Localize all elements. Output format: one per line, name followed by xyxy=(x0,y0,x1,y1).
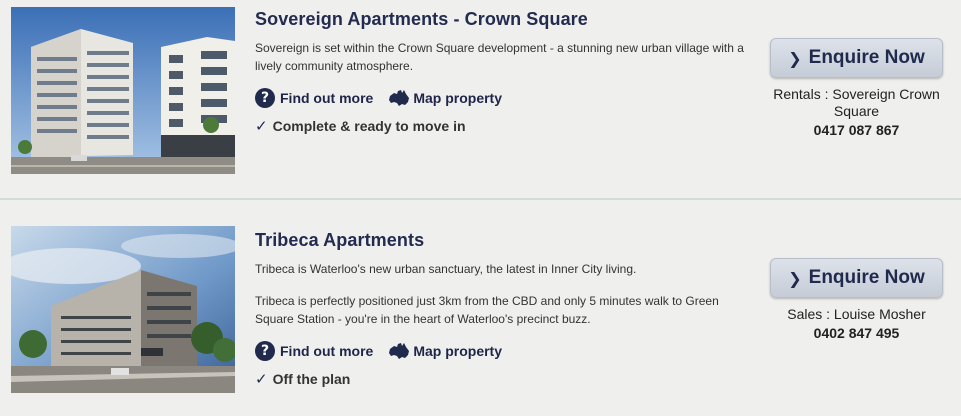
status-text: Off the plan xyxy=(272,371,351,387)
checkmark-icon: ✓ xyxy=(255,370,268,388)
map-property-label: Map property xyxy=(413,90,503,106)
find-out-more-link[interactable]: ? Find out more xyxy=(255,88,373,108)
listing-tribeca: Tribeca Apartments Tribeca is Waterloo's… xyxy=(0,201,961,416)
listing-info: Sovereign Apartments - Crown Square Sove… xyxy=(255,9,750,135)
find-out-more-label: Find out more xyxy=(280,90,374,106)
enquiry-panel: ❯ Enquire Now Rentals : Sovereign Crown … xyxy=(770,38,943,138)
status-line: ✓ Complete & ready to move in xyxy=(255,117,750,135)
status-line: ✓ Off the plan xyxy=(255,370,750,388)
chevron-right-icon: ❯ xyxy=(788,268,802,288)
property-photo[interactable] xyxy=(11,7,235,174)
listing-links: ? Find out more Map property xyxy=(255,86,750,110)
listing-title[interactable]: Sovereign Apartments - Crown Square xyxy=(255,9,750,30)
listing-info: Tribeca Apartments Tribeca is Waterloo's… xyxy=(255,230,750,388)
map-property-link[interactable]: Map property xyxy=(387,88,502,108)
enquire-now-label: Enquire Now xyxy=(808,267,925,288)
checkmark-icon: ✓ xyxy=(255,117,268,135)
australia-map-icon xyxy=(389,343,410,359)
listing-sovereign: Sovereign Apartments - Crown Square Sove… xyxy=(0,0,961,198)
contact-phone: 0417 087 867 xyxy=(813,122,900,138)
status-text: Complete & ready to move in xyxy=(272,118,466,134)
map-property-link[interactable]: Map property xyxy=(387,341,502,361)
enquiry-panel: ❯ Enquire Now Sales : Louise Mosher 0402… xyxy=(770,258,943,341)
question-circle-icon: ? xyxy=(255,88,275,108)
contact-name: Rentals : Sovereign Crown Square xyxy=(773,86,940,119)
chevron-right-icon: ❯ xyxy=(788,48,802,68)
find-out-more-link[interactable]: ? Find out more xyxy=(255,341,373,361)
listing-description: Tribeca is perfectly positioned just 3km… xyxy=(255,294,719,326)
listing-description: Tribeca is Waterloo's new urban sanctuar… xyxy=(255,262,637,276)
enquire-now-button[interactable]: ❯ Enquire Now xyxy=(770,38,943,78)
property-photo[interactable] xyxy=(11,226,235,393)
listing-divider xyxy=(0,198,961,200)
contact-phone: 0402 847 495 xyxy=(813,325,900,341)
enquire-now-button[interactable]: ❯ Enquire Now xyxy=(770,258,943,298)
question-circle-icon: ? xyxy=(255,341,275,361)
contact-name: Sales : Louise Mosher xyxy=(787,306,926,322)
australia-map-icon xyxy=(389,90,410,106)
enquire-now-label: Enquire Now xyxy=(808,47,925,68)
find-out-more-label: Find out more xyxy=(280,343,374,359)
listing-links: ? Find out more Map property xyxy=(255,339,750,363)
listing-description: Sovereign is set within the Crown Square… xyxy=(255,41,744,73)
map-property-label: Map property xyxy=(413,343,503,359)
listing-title[interactable]: Tribeca Apartments xyxy=(255,230,750,251)
